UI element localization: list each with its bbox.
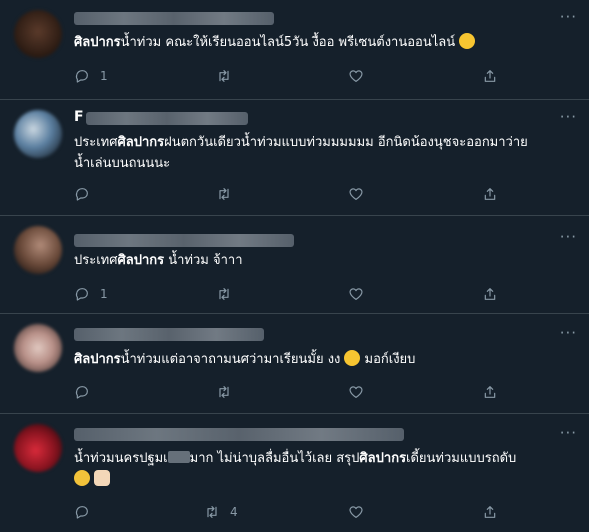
reply-icon	[75, 188, 88, 201]
tweet-text: ประเทศศิลปากร น้ำท่วม จ้าาา	[74, 253, 243, 268]
share-icon	[484, 386, 496, 398]
share-button[interactable]	[482, 382, 498, 402]
more-icon[interactable]: ···	[560, 230, 577, 245]
share-button[interactable]	[482, 284, 498, 304]
share-icon	[484, 70, 496, 82]
more-icon[interactable]: ···	[560, 326, 577, 341]
user-name-blurred[interactable]	[74, 428, 404, 441]
retweet-icon	[219, 288, 229, 300]
hashtag-text[interactable]: ศิลปากร	[117, 135, 164, 150]
hashtag-text[interactable]: ศิลปากร	[74, 352, 121, 367]
reply-button[interactable]	[74, 184, 100, 204]
share-icon	[484, 506, 496, 518]
avatar[interactable]	[14, 226, 62, 274]
like-button[interactable]	[348, 284, 374, 304]
like-button[interactable]	[348, 66, 374, 86]
reply-button[interactable]	[74, 382, 100, 402]
tweet-1[interactable]: ··· ศิลปากรน้ำท่วม คณะให้เรียนออนไลน์5วั…	[0, 0, 589, 100]
share-button[interactable]	[482, 66, 498, 86]
more-icon[interactable]: ···	[560, 10, 577, 25]
dizzy-face-emoji-icon	[344, 350, 361, 366]
reply-count: 1	[100, 69, 108, 83]
tweet-actions: 1	[74, 284, 589, 304]
retweet-button[interactable]	[216, 184, 242, 204]
face-emoji-icon	[459, 33, 476, 49]
reply-button[interactable]: 1	[74, 284, 108, 304]
hashtag-text[interactable]: ศิลปากร	[359, 451, 406, 466]
more-icon[interactable]: ···	[560, 426, 577, 441]
user-name-blurred[interactable]	[74, 12, 274, 25]
tweet-text-line-1: ประเทศศิลปากรฝนตกวันเดียวน้ำท่วมแบบท่วมม…	[74, 135, 528, 150]
like-icon	[349, 386, 363, 398]
tweet-text-line-2	[74, 469, 577, 490]
retweet-button[interactable]	[216, 66, 242, 86]
tweet-actions	[74, 184, 589, 204]
retweet-icon	[219, 386, 229, 398]
reply-icon	[75, 70, 88, 83]
tweet-text: ศิลปากรน้ำท่วม คณะให้เรียนออนไลน์5วัน งื…	[74, 32, 577, 53]
hashtag-text[interactable]: ศิลปากร	[117, 253, 164, 268]
reply-icon	[75, 288, 88, 301]
retweet-button[interactable]: 4	[204, 502, 238, 522]
like-button[interactable]	[348, 184, 374, 204]
tweet-text-line-2: น้ำเล่นบนถนนนะ	[74, 156, 171, 171]
crying-face-emoji-icon	[74, 470, 90, 486]
retweet-icon	[219, 188, 229, 200]
retweet-count: 4	[230, 505, 238, 519]
reply-button[interactable]: 1	[74, 66, 108, 86]
tweet-3[interactable]: ··· ประเทศศิลปากร น้ำท่วม จ้าาา 1	[0, 216, 589, 314]
avatar[interactable]	[14, 324, 62, 372]
like-button[interactable]	[348, 502, 374, 522]
user-name-blurred[interactable]	[86, 112, 248, 125]
like-icon	[349, 188, 363, 200]
retweet-button[interactable]	[216, 284, 242, 304]
user-name-blurred[interactable]	[74, 328, 264, 341]
tweet-actions: 4	[74, 502, 589, 522]
avatar[interactable]	[14, 10, 62, 58]
tweet-actions: 1	[74, 66, 589, 86]
user-name-blurred[interactable]	[74, 234, 294, 247]
share-icon	[484, 288, 496, 300]
rock-hand-emoji-icon	[94, 470, 110, 486]
share-button[interactable]	[482, 184, 498, 204]
redacted-text	[167, 451, 190, 463]
avatar[interactable]	[14, 110, 62, 158]
tweet-actions	[74, 382, 589, 402]
share-button[interactable]	[482, 502, 498, 522]
like-icon	[349, 70, 363, 82]
user-name-initial[interactable]: F	[74, 109, 84, 125]
retweet-icon	[207, 506, 217, 518]
like-button[interactable]	[348, 382, 374, 402]
like-icon	[349, 288, 363, 300]
retweet-button[interactable]	[216, 382, 242, 402]
tweet-text-line-1: น้ำท่วมนครปฐมเ มาก ไม่น่าบุลลื่มอื่นไว้เล…	[74, 451, 517, 466]
reply-count: 1	[100, 287, 108, 301]
tweet-4[interactable]: ··· ศิลปากรน้ำท่วมแต่อาจาถามนศว่ามาเรียน…	[0, 314, 589, 414]
reply-button[interactable]	[74, 502, 100, 522]
reply-icon	[75, 506, 88, 519]
avatar[interactable]	[14, 424, 62, 472]
tweet-2[interactable]: F ··· ประเทศศิลปากรฝนตกวันเดียวน้ำท่วมแบ…	[0, 100, 589, 216]
like-icon	[349, 506, 363, 518]
share-icon	[484, 188, 496, 200]
more-icon[interactable]: ···	[560, 110, 577, 125]
reply-icon	[75, 386, 88, 399]
retweet-icon	[219, 70, 229, 82]
tweet-5[interactable]: ··· น้ำท่วมนครปฐมเ มาก ไม่น่าบุลลื่มอื่นไ…	[0, 414, 589, 532]
hashtag-text[interactable]: ศิลปากร	[74, 35, 121, 50]
tweet-text: ศิลปากรน้ำท่วมแต่อาจาถามนศว่ามาเรียนมั้ย…	[74, 350, 416, 367]
